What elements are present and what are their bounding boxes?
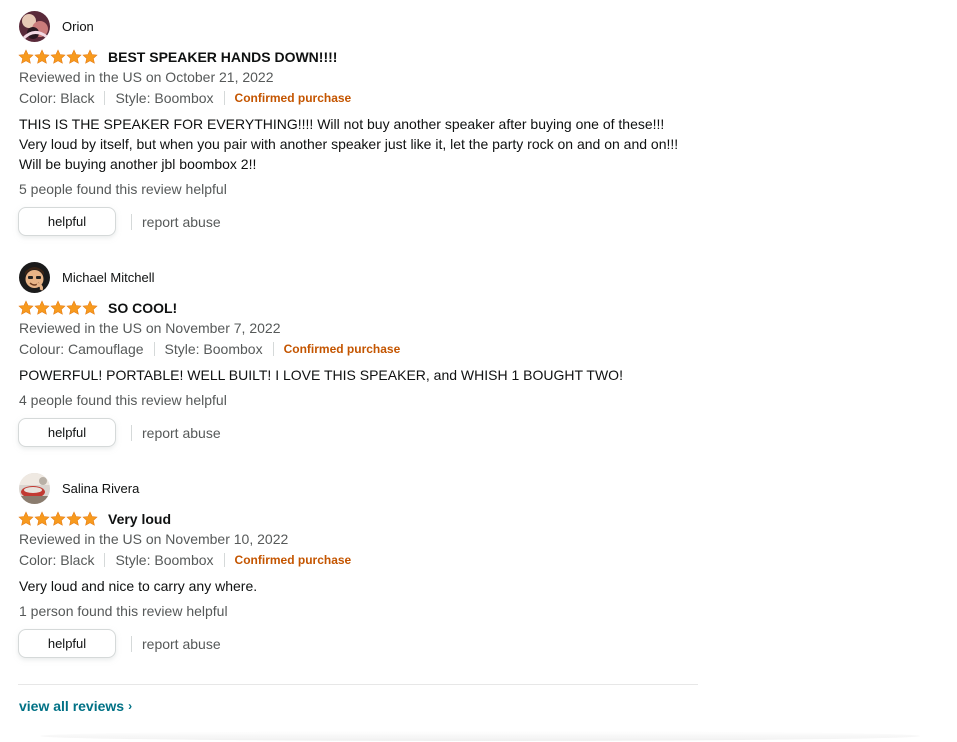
star-icon [66, 511, 82, 526]
reviewer-profile[interactable]: Michael Mitchell [19, 261, 154, 293]
star-icon [50, 49, 66, 64]
helpful-count: 1 person found this review helpful [19, 603, 228, 619]
divider [223, 553, 225, 567]
divider [131, 635, 132, 652]
review-date: Reviewed in the US on October 21, 2022 [19, 69, 274, 85]
star-icon [82, 49, 98, 64]
variant-style: Style: Boombox [164, 341, 263, 357]
review-title[interactable]: Very loud [108, 511, 171, 527]
variant-color: Colour: Camouflage [19, 341, 144, 357]
star-icon [66, 49, 82, 64]
review-body: POWERFUL! PORTABLE! WELL BUILT! I LOVE T… [19, 367, 623, 383]
star-rating[interactable] [18, 49, 98, 65]
reviewer-profile[interactable]: Salina Rivera [19, 472, 139, 504]
reviewer-profile[interactable]: Orion [19, 10, 94, 42]
report-abuse-link[interactable]: report abuse [142, 425, 221, 441]
review-variant: Color: Black Style: Boombox Confirmed pu… [19, 552, 351, 568]
divider [104, 553, 106, 567]
confirmed-purchase-badge: Confirmed purchase [283, 342, 401, 356]
avatar [19, 261, 50, 293]
star-icon [34, 49, 50, 64]
reviewer-name[interactable]: Orion [62, 19, 94, 34]
divider [272, 342, 274, 356]
helpful-button[interactable]: helpful [18, 629, 116, 658]
helpful-button[interactable]: helpful [18, 207, 116, 236]
review-date: Reviewed in the US on November 10, 2022 [19, 531, 289, 547]
star-icon [82, 300, 98, 315]
star-icon [34, 511, 50, 526]
confirmed-purchase-badge: Confirmed purchase [234, 91, 352, 105]
variant-style: Style: Boombox [115, 90, 214, 106]
star-icon [18, 300, 34, 315]
divider [131, 424, 132, 441]
star-rating[interactable] [18, 300, 98, 316]
report-abuse-link[interactable]: report abuse [142, 636, 221, 652]
helpful-button[interactable]: helpful [18, 418, 116, 447]
review-title[interactable]: SO COOL! [108, 300, 177, 316]
divider [131, 213, 132, 230]
variant-color: Color: Black [19, 552, 95, 568]
review-body: Very loud and nice to carry any where. [19, 578, 258, 594]
star-icon [18, 511, 34, 526]
view-all-reviews-label: view all reviews [19, 698, 125, 714]
star-icon [34, 300, 50, 315]
review-title[interactable]: BEST SPEAKER HANDS DOWN!!!! [108, 49, 337, 65]
review-variant: Color: Black Style: Boombox Confirmed pu… [19, 90, 351, 106]
reviewer-name[interactable]: Michael Mitchell [62, 270, 154, 285]
divider [104, 91, 106, 105]
view-all-reviews-link[interactable]: view all reviews › [19, 698, 132, 714]
star-icon [50, 300, 66, 315]
avatar [19, 10, 50, 42]
divider [153, 342, 155, 356]
review-date: Reviewed in the US on November 7, 2022 [19, 320, 281, 336]
helpful-count: 5 people found this review helpful [19, 181, 227, 197]
review-variant: Colour: Camouflage Style: Boombox Confir… [19, 341, 400, 357]
variant-color: Color: Black [19, 90, 95, 106]
avatar [19, 472, 50, 504]
star-icon [50, 511, 66, 526]
confirmed-purchase-badge: Confirmed purchase [234, 553, 352, 567]
chevron-right-icon: › [128, 699, 133, 713]
review-body: THIS IS THE SPEAKER FOR EVERYTHING!!!! W… [19, 116, 679, 172]
page-bottom-shadow [40, 731, 920, 741]
divider [223, 91, 225, 105]
reviewer-name[interactable]: Salina Rivera [62, 481, 139, 496]
star-icon [18, 49, 34, 64]
section-divider [18, 684, 698, 685]
report-abuse-link[interactable]: report abuse [142, 214, 221, 230]
star-icon [66, 300, 82, 315]
star-rating[interactable] [18, 511, 98, 527]
helpful-count: 4 people found this review helpful [19, 392, 227, 408]
variant-style: Style: Boombox [115, 552, 214, 568]
star-icon [82, 511, 98, 526]
